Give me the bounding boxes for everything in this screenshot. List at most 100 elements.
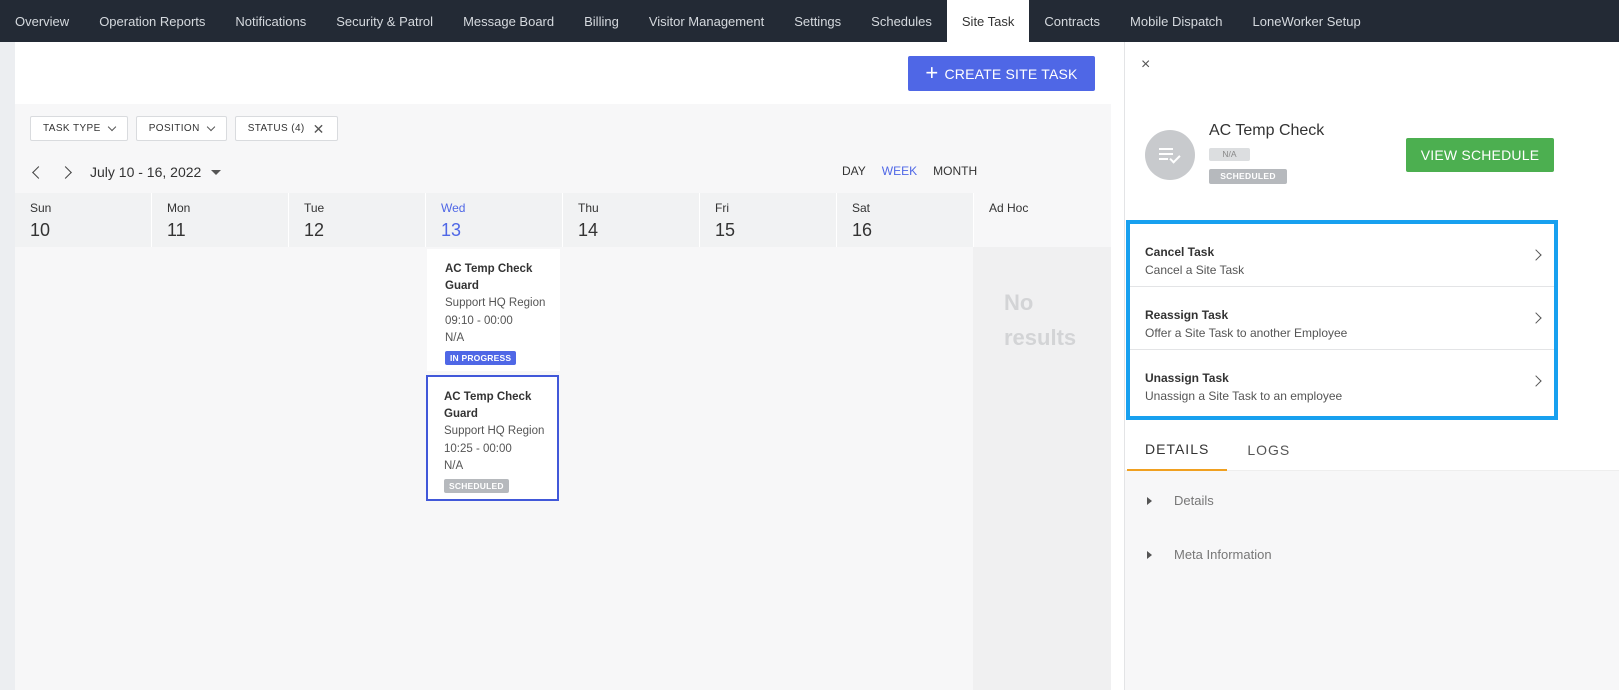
panel-tabs: DETAILS LOGS xyxy=(1125,428,1619,471)
day-header-sun: Sun 10 xyxy=(15,193,152,247)
caret-down-icon xyxy=(211,169,222,175)
panel-body: Details Meta Information xyxy=(1125,471,1619,690)
day-number: 10 xyxy=(30,220,51,240)
task-type-filter-label: TASK TYPE xyxy=(43,123,101,134)
status-badge: SCHEDULED xyxy=(1209,169,1287,184)
clear-filter-icon[interactable]: ✕ xyxy=(313,122,325,136)
position-filter[interactable]: POSITION xyxy=(135,116,227,141)
day-name: Mon xyxy=(167,201,191,215)
day-header-thu: Thu 14 xyxy=(563,193,700,247)
position-filter-label: POSITION xyxy=(148,123,200,134)
date-navigation: July 10 - 16, 2022 xyxy=(30,164,222,180)
status-filter[interactable]: STATUS (4) ✕ xyxy=(234,116,338,141)
tab-message-board[interactable]: Message Board xyxy=(448,0,569,42)
day-header-tue: Tue 12 xyxy=(289,193,426,247)
no-results-message: No results xyxy=(1004,285,1076,355)
tab-visitor-management[interactable]: Visitor Management xyxy=(634,0,779,42)
day-header-wed: Wed 13 xyxy=(426,193,563,247)
action-title: Reassign Task xyxy=(1145,308,1229,322)
action-subtitle: Unassign a Site Task to an employee xyxy=(1145,389,1343,403)
next-week-icon[interactable] xyxy=(59,165,72,179)
tab-settings[interactable]: Settings xyxy=(779,0,856,42)
task-time: 09:10 - 00:00 xyxy=(445,314,513,327)
left-gutter xyxy=(0,42,15,690)
plus-icon: + xyxy=(925,59,939,85)
expand-arrow-icon xyxy=(1147,496,1152,505)
previous-week-icon[interactable] xyxy=(32,165,45,179)
task-region: Support HQ Region xyxy=(445,297,546,309)
filter-bar: TASK TYPE POSITION STATUS (4) ✕ xyxy=(30,116,338,141)
details-accordion[interactable]: Details xyxy=(1147,493,1214,508)
day-number: 12 xyxy=(304,220,325,240)
expand-arrow-icon xyxy=(1147,550,1152,559)
unassign-task-action[interactable]: Unassign Task Unassign a Site Task to an… xyxy=(1130,350,1554,413)
details-accordion-label: Details xyxy=(1174,493,1214,508)
day-name: Fri xyxy=(715,201,729,215)
action-subtitle: Offer a Site Task to another Employee xyxy=(1145,326,1348,340)
task-type-filter[interactable]: TASK TYPE xyxy=(30,116,128,141)
meta-information-accordion[interactable]: Meta Information xyxy=(1147,547,1272,562)
tab-overview[interactable]: Overview xyxy=(0,0,84,42)
task-avatar xyxy=(1145,130,1195,180)
task-region: Support HQ Region xyxy=(444,425,545,437)
day-header-sat: Sat 16 xyxy=(837,193,974,247)
task-actions: Cancel Task Cancel a Site Task Reassign … xyxy=(1126,220,1558,420)
tab-operation-reports[interactable]: Operation Reports xyxy=(84,0,220,42)
calendar-body: TASK TYPE POSITION STATUS (4) ✕ July 10 … xyxy=(15,104,1111,690)
action-title: Unassign Task xyxy=(1145,371,1229,385)
task-title: AC Temp Check xyxy=(445,263,533,275)
main-area: + CREATE SITE TASK TASK TYPE POSITION ST… xyxy=(15,42,1111,690)
status-badge: SCHEDULED xyxy=(444,478,509,493)
view-month[interactable]: MONTH xyxy=(925,164,985,178)
week-header: Sun 10 Mon 11 Tue 12 Wed 13 Thu 14 Fri 1… xyxy=(15,193,1111,247)
top-nav: Overview Operation Reports Notifications… xyxy=(0,0,1619,42)
day-name: Tue xyxy=(304,201,325,215)
no-results-line-1: No xyxy=(1004,290,1034,315)
task-position: Guard xyxy=(445,280,479,292)
tab-details[interactable]: DETAILS xyxy=(1127,428,1228,471)
status-badge: IN PROGRESS xyxy=(445,350,517,365)
create-site-task-label: CREATE SITE TASK xyxy=(944,65,1078,82)
tab-billing[interactable]: Billing xyxy=(569,0,634,42)
action-subtitle: Cancel a Site Task xyxy=(1145,263,1245,277)
date-range-picker[interactable]: July 10 - 16, 2022 xyxy=(90,164,222,180)
cancel-task-action[interactable]: Cancel Task Cancel a Site Task xyxy=(1130,224,1554,287)
day-number: 15 xyxy=(715,220,736,240)
tab-site-task[interactable]: Site Task xyxy=(946,0,1030,42)
day-name: Sun xyxy=(30,201,52,215)
tab-contracts[interactable]: Contracts xyxy=(1029,0,1115,42)
task-card[interactable]: AC Temp Check Guard Support HQ Region 09… xyxy=(427,249,560,371)
day-number: 13 xyxy=(441,220,462,240)
tab-mobile-dispatch[interactable]: Mobile Dispatch xyxy=(1115,0,1238,42)
action-title: Cancel Task xyxy=(1145,245,1215,259)
task-extra: N/A xyxy=(445,332,465,344)
day-name: Thu xyxy=(578,201,599,215)
adhoc-header: Ad Hoc xyxy=(974,193,1111,247)
tab-security-patrol[interactable]: Security & Patrol xyxy=(321,0,448,42)
view-day[interactable]: DAY xyxy=(834,164,874,178)
date-range-label: July 10 - 16, 2022 xyxy=(90,164,202,180)
view-schedule-button[interactable]: VIEW SCHEDULE xyxy=(1406,138,1554,172)
status-filter-label: STATUS (4) xyxy=(247,123,305,134)
reassign-task-action[interactable]: Reassign Task Offer a Site Task to anoth… xyxy=(1130,287,1554,350)
close-icon[interactable]: × xyxy=(1141,56,1150,74)
day-number: 11 xyxy=(167,220,186,240)
task-time: 10:25 - 00:00 xyxy=(444,442,512,455)
meta-information-label: Meta Information xyxy=(1174,547,1272,562)
view-toggle: DAY WEEK MONTH xyxy=(834,164,985,178)
day-name: Wed xyxy=(441,201,466,215)
tab-schedules[interactable]: Schedules xyxy=(856,0,947,42)
day-name: Sat xyxy=(852,201,871,215)
day-number: 14 xyxy=(578,220,599,240)
tab-notifications[interactable]: Notifications xyxy=(220,0,321,42)
day-number: 16 xyxy=(852,220,873,240)
day-header-fri: Fri 15 xyxy=(700,193,837,247)
task-extra: N/A xyxy=(444,460,464,472)
tab-logs[interactable]: LOGS xyxy=(1229,428,1308,471)
task-card-selected[interactable]: AC Temp Check Guard Support HQ Region 10… xyxy=(426,375,559,501)
view-week[interactable]: WEEK xyxy=(874,164,925,178)
tab-loneworker-setup[interactable]: LoneWorker Setup xyxy=(1238,0,1376,42)
create-site-task-button[interactable]: + CREATE SITE TASK xyxy=(908,56,1095,91)
no-results-line-2: results xyxy=(1004,325,1077,350)
na-badge: N/A xyxy=(1209,148,1250,161)
